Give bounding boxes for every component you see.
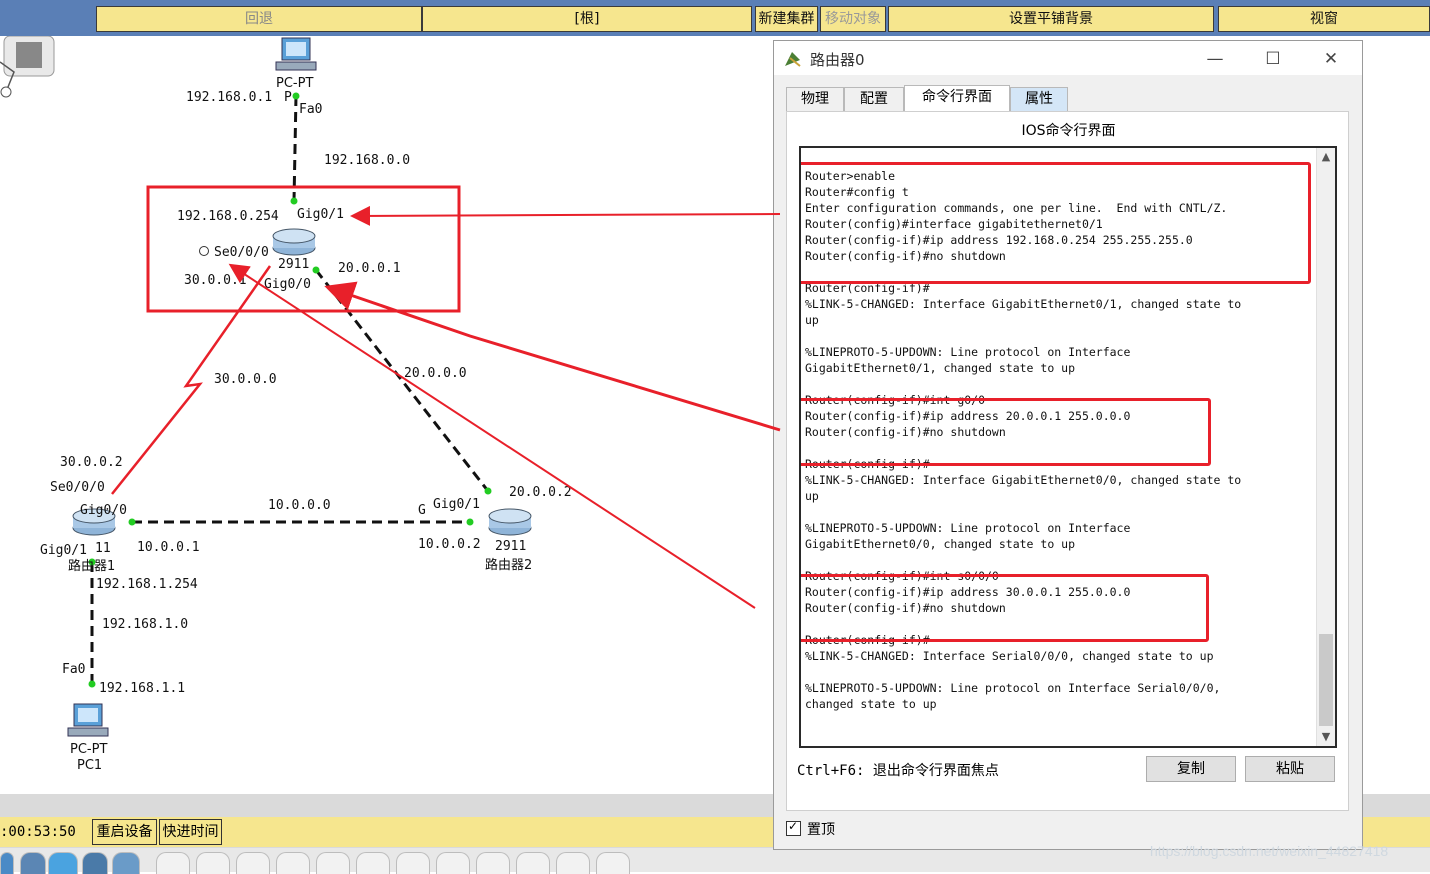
- cli-panel: IOS命令行界面 Router>enable Router#config t E…: [786, 111, 1349, 811]
- dialog-title: 路由器0: [810, 51, 865, 69]
- r1-se000: Se0/0/0: [50, 480, 105, 495]
- copy-button[interactable]: 复制: [1146, 756, 1236, 782]
- console-scrollbar[interactable]: ▲ ▼: [1316, 148, 1335, 746]
- dialog-titlebar[interactable]: 路由器0 — ☐ ✕: [774, 41, 1362, 75]
- net-label-lan1: 192.168.1.0: [102, 617, 189, 632]
- always-on-top-checkbox[interactable]: 置顶: [786, 819, 835, 839]
- set-tiled-background-button[interactable]: 设置平铺背景: [888, 6, 1214, 32]
- router2-icon[interactable]: [488, 508, 532, 536]
- cable-console-icon[interactable]: [196, 852, 230, 874]
- r0-gig01-ip: 192.168.0.254: [177, 209, 279, 224]
- cable-fiber-icon[interactable]: [316, 852, 350, 874]
- r0-gig00: Gig0/0: [264, 277, 311, 292]
- router0-icon[interactable]: [272, 228, 316, 256]
- pc1-icon[interactable]: [67, 703, 109, 737]
- r1-name: 路由器1: [68, 559, 116, 574]
- r2-gig-ip: 20.0.0.2: [509, 485, 572, 500]
- pc1-name: PC1: [77, 758, 103, 773]
- cable-coax-icon[interactable]: [396, 852, 430, 874]
- scroll-down-icon[interactable]: ▼: [1317, 728, 1335, 746]
- watermark: https://blog.csdn.net/weixin_44827418: [1150, 843, 1389, 859]
- cable-octal-icon[interactable]: [516, 852, 550, 874]
- r2-model: 2911: [495, 539, 527, 554]
- tab-config[interactable]: 配置: [844, 87, 904, 111]
- move-object-button[interactable]: 移动对象: [820, 6, 886, 32]
- pc-top-label: PC-PT: [276, 76, 314, 91]
- pc1-ip: 192.168.1.1: [99, 681, 186, 696]
- switches-icon[interactable]: [20, 852, 46, 874]
- pc1-fa0: Fa0: [62, 662, 86, 677]
- highlight-s000-config: [801, 574, 1209, 642]
- r0-gig01: Gig0/1: [297, 207, 344, 222]
- new-cluster-button[interactable]: 新建集群: [755, 6, 818, 32]
- scroll-up-icon[interactable]: ▲: [1317, 148, 1335, 166]
- pc-top-ip: 192.168.0.1: [186, 90, 273, 105]
- pc1-label: PC-PT: [70, 742, 108, 757]
- root-breadcrumb[interactable]: [根]: [422, 6, 752, 32]
- hubs-icon[interactable]: [82, 852, 108, 874]
- close-icon[interactable]: ✕: [1316, 49, 1346, 69]
- r0-gig00-ip: 20.0.0.1: [338, 261, 401, 276]
- cable-phone-icon[interactable]: [356, 852, 390, 874]
- simulation-clock: :00:53:50: [0, 824, 76, 840]
- r2-name: 路由器2: [485, 558, 533, 573]
- link-pc0-r0: [292, 95, 298, 202]
- r1-model: 11: [95, 541, 111, 556]
- cable-serial-dte-icon[interactable]: [476, 852, 510, 874]
- cable-straight-icon[interactable]: [236, 852, 270, 874]
- pc-top-icon[interactable]: [275, 37, 317, 71]
- r2-gig01: Gig0/1: [433, 497, 480, 512]
- r2-gig-partial: G: [418, 503, 426, 518]
- scroll-thumb[interactable]: [1319, 634, 1333, 726]
- highlight-gig01-config: [801, 162, 1311, 284]
- r1-lan-ip: 192.168.1.254: [96, 577, 198, 592]
- always-on-top-label: 置顶: [807, 822, 835, 838]
- net-label-top: 192.168.0.0: [324, 153, 411, 168]
- router0-dialog[interactable]: 路由器0 — ☐ ✕ 物理 配置 命令行界面 属性 IOS命令行界面 Route…: [773, 40, 1363, 850]
- r0-se-ip: 30.0.0.1: [184, 273, 247, 288]
- highlight-gig00-config: [801, 398, 1211, 466]
- pc-top-name: P: [284, 90, 292, 105]
- r0-model: 2911: [278, 257, 310, 272]
- fast-forward-button[interactable]: 快进时间: [159, 819, 222, 845]
- workspace-toolbar: 回退 [根] 新建集群 移动对象 设置平铺背景 视窗: [0, 0, 1430, 36]
- logical-workspace[interactable]: PC-PT 192.168.0.1 P Fa0 192.168.0.0 192.…: [0, 36, 773, 794]
- restart-devices-button[interactable]: 重启设备: [92, 819, 157, 845]
- checkbox-checked-icon[interactable]: [786, 819, 801, 836]
- end-devices-icon[interactable]: [0, 852, 14, 874]
- tab-cli[interactable]: 命令行界面: [904, 85, 1010, 111]
- cable-auto-icon[interactable]: [156, 852, 190, 874]
- net-label-left: 30.0.0.0: [214, 372, 277, 387]
- minimize-icon[interactable]: —: [1200, 49, 1230, 69]
- pc-top-fa0: Fa0: [299, 102, 323, 117]
- cli-console[interactable]: Router>enable Router#config t Enter conf…: [799, 146, 1337, 748]
- clock-icon: [199, 246, 209, 256]
- net-label-bottom: 10.0.0.0: [268, 498, 331, 513]
- r2-gig00-ip: 10.0.0.2: [418, 537, 481, 552]
- cable-cross-icon[interactable]: [276, 852, 310, 874]
- ios-cli-title: IOS命令行界面: [1021, 123, 1116, 139]
- viewport-button[interactable]: 视窗: [1218, 6, 1430, 32]
- cable-usb-icon[interactable]: [596, 852, 630, 874]
- cable-serial-dce-icon[interactable]: [436, 852, 470, 874]
- cable-iot-icon[interactable]: [556, 852, 590, 874]
- r0-se000: Se0/0/0: [214, 245, 269, 260]
- back-button[interactable]: 回退: [96, 6, 422, 32]
- maximize-icon[interactable]: ☐: [1258, 49, 1288, 69]
- router-app-icon: [785, 52, 801, 67]
- tab-physical[interactable]: 物理: [786, 87, 844, 111]
- tab-attributes[interactable]: 属性: [1010, 87, 1068, 111]
- cli-focus-hint: Ctrl+F6: 退出命令行界面焦点: [797, 763, 999, 779]
- paste-button[interactable]: 粘贴: [1245, 756, 1335, 782]
- connections-icon[interactable]: [48, 852, 78, 874]
- r1-se-ip: 30.0.0.2: [60, 455, 123, 470]
- r1-gig00-ip: 10.0.0.1: [137, 540, 200, 555]
- net-label-right: 20.0.0.0: [404, 366, 467, 381]
- r1-gig00: Gig0/0: [80, 503, 127, 518]
- wireless-icon[interactable]: [112, 852, 140, 874]
- cluster-icon[interactable]: [0, 36, 55, 98]
